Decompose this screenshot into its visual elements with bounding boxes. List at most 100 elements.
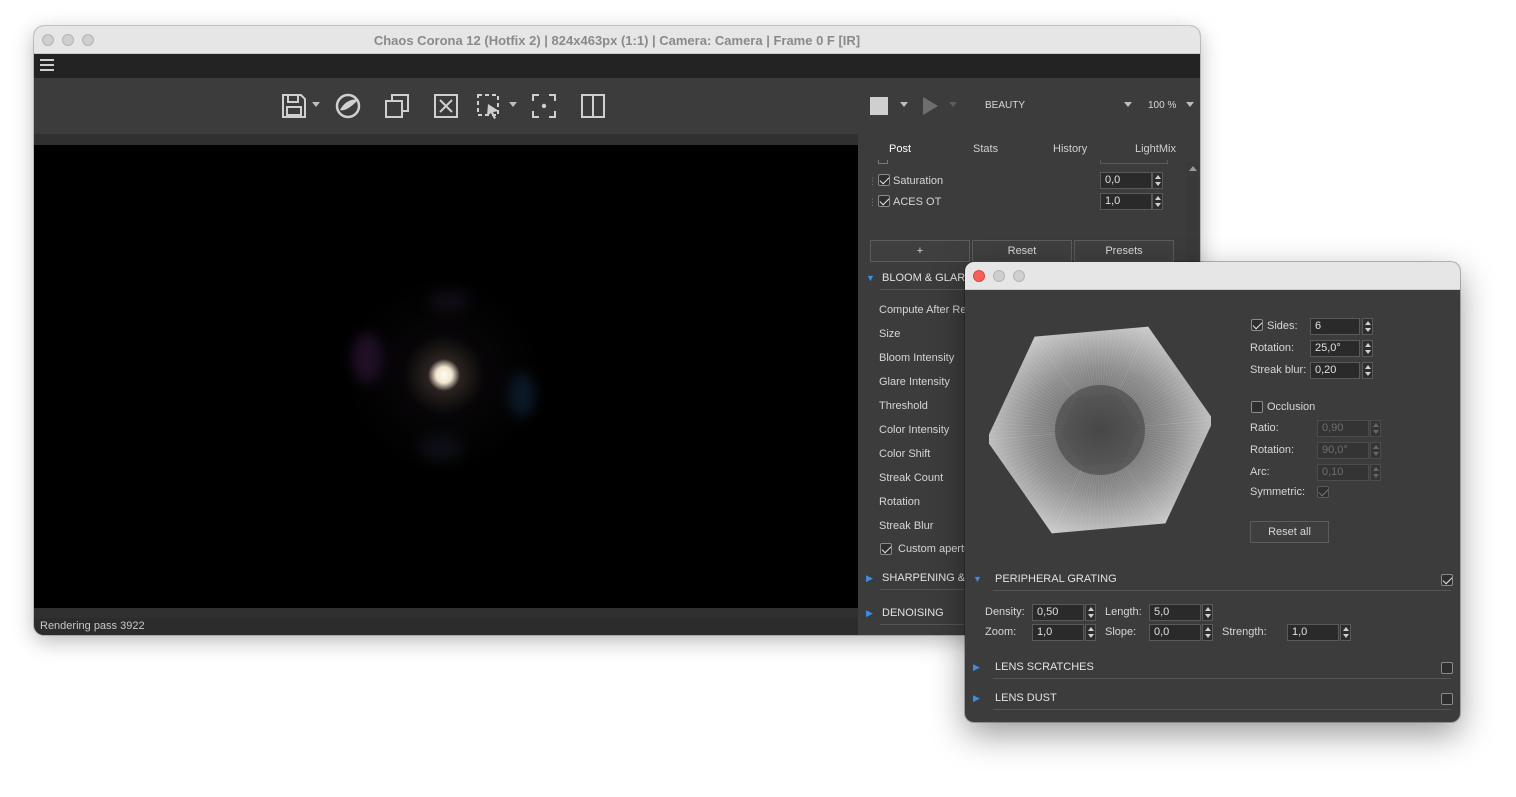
tab-post[interactable]: Post <box>889 143 911 155</box>
region-select-icon[interactable] <box>475 92 503 120</box>
tab-lightmix[interactable]: LightMix <box>1135 143 1176 155</box>
custom-aperture-checkbox[interactable] <box>880 543 892 555</box>
length-input[interactable]: 5,0 <box>1149 604 1201 621</box>
dialog-minimize-button[interactable] <box>993 270 1005 282</box>
hamburger-menu-icon[interactable] <box>40 59 54 72</box>
dialog-zoom-button[interactable] <box>1013 270 1025 282</box>
zoom-input[interactable]: 1,0 <box>1032 624 1084 641</box>
collapsed-triangle-icon[interactable]: ▶ <box>866 608 873 619</box>
zoom-dropdown-caret-icon[interactable] <box>1186 102 1194 107</box>
partial-row-checkbox <box>878 160 888 164</box>
reset-all-button[interactable]: Reset all <box>1250 521 1329 543</box>
menu-bar <box>34 54 1200 78</box>
operator-row[interactable]: ⋮⋮ Saturation 0,0 <box>858 171 1188 191</box>
tab-stats[interactable]: Stats <box>973 143 998 155</box>
slope-input[interactable]: 0,0 <box>1149 624 1201 641</box>
play-dropdown-caret-icon[interactable] <box>949 102 957 107</box>
collapsed-triangle-icon[interactable]: ▶ <box>973 693 980 704</box>
channel-select[interactable]: BEAUTY <box>985 100 1025 111</box>
streak-blur-input[interactable]: 0,20 <box>1310 362 1360 379</box>
saturation-input[interactable]: 0,0 <box>1100 172 1152 189</box>
ratio-label: Ratio: <box>1250 422 1279 434</box>
aces-ot-input[interactable]: 1,0 <box>1100 193 1152 210</box>
lens-scratches-title: LENS SCRATCHES <box>995 661 1094 673</box>
section-peripheral-grating[interactable]: ▼ PERIPHERAL GRATING <box>971 569 1455 591</box>
reset-button[interactable]: Reset <box>972 240 1072 262</box>
region-dropdown-caret-icon[interactable] <box>509 102 517 107</box>
dialog-close-button[interactable] <box>973 270 985 282</box>
occlusion-rotation-label: Rotation: <box>1250 444 1295 456</box>
length-stepper[interactable] <box>1202 604 1213 621</box>
strength-input[interactable]: 1,0 <box>1287 624 1339 641</box>
toolbar: BEAUTY 100 % <box>34 78 1200 134</box>
lens-scratches-checkbox[interactable] <box>1441 662 1453 674</box>
light-source <box>344 275 544 475</box>
saturation-checkbox[interactable] <box>878 174 890 186</box>
scroll-up-icon[interactable] <box>1189 166 1197 171</box>
add-operator-button[interactable]: + <box>870 240 970 262</box>
render-viewport[interactable] <box>34 134 858 618</box>
sharpening-title: SHARPENING & B <box>882 572 976 584</box>
window-title: Chaos Corona 12 (Hotfix 2) | 824x463px (… <box>373 33 861 48</box>
clear-icon[interactable] <box>432 92 460 120</box>
vfb-titlebar[interactable]: Chaos Corona 12 (Hotfix 2) | 824x463px (… <box>34 26 1200 54</box>
saturation-stepper[interactable] <box>1152 172 1163 189</box>
section-lens-scratches[interactable]: ▶ LENS SCRATCHES <box>971 657 1455 679</box>
copy-icon[interactable] <box>383 92 411 120</box>
sides-input[interactable]: 6 <box>1310 318 1360 335</box>
symmetric-checkbox[interactable] <box>1317 486 1329 498</box>
stop-dropdown-caret-icon[interactable] <box>900 102 908 107</box>
sides-checkbox[interactable] <box>1251 319 1263 331</box>
collapsed-triangle-icon[interactable]: ▶ <box>973 662 980 673</box>
aces-ot-label: ACES OT <box>893 196 942 208</box>
sides-stepper[interactable] <box>1362 318 1373 335</box>
ratio-input[interactable]: 0,90 <box>1317 420 1369 437</box>
corona-logo-icon[interactable] <box>334 92 362 120</box>
zoom-select[interactable]: 100 % <box>1148 100 1176 111</box>
aces-ot-checkbox[interactable] <box>878 195 890 207</box>
tab-history[interactable]: History <box>1053 143 1087 155</box>
operator-row[interactable]: ⋮⋮ ACES OT 1,0 <box>858 192 1188 212</box>
dialog-titlebar[interactable] <box>965 262 1460 290</box>
rotation-input[interactable]: 25,0° <box>1310 340 1360 357</box>
strength-stepper[interactable] <box>1340 624 1351 641</box>
save-dropdown-caret-icon[interactable] <box>312 102 320 107</box>
play-icon[interactable] <box>920 96 940 116</box>
peripheral-grating-checkbox[interactable] <box>1441 574 1453 586</box>
occlusion-label: Occlusion <box>1267 401 1316 413</box>
occlusion-checkbox[interactable] <box>1251 401 1263 413</box>
density-stepper[interactable] <box>1085 604 1096 621</box>
streak-blur-stepper[interactable] <box>1362 362 1373 379</box>
compare-split-icon[interactable] <box>579 92 607 120</box>
focus-point-icon[interactable] <box>530 92 558 120</box>
render-image[interactable] <box>34 145 858 608</box>
channel-dropdown-caret-icon[interactable] <box>1124 102 1132 107</box>
density-input[interactable]: 0,50 <box>1032 604 1084 621</box>
streak-blur-label: Streak blur: <box>1250 364 1307 376</box>
arc-input[interactable]: 0,10 <box>1317 464 1369 481</box>
section-lens-dust[interactable]: ▶ LENS DUST <box>971 688 1455 710</box>
lens-dust-checkbox[interactable] <box>1441 693 1453 705</box>
arc-stepper[interactable] <box>1370 464 1381 481</box>
stop-icon[interactable] <box>870 97 888 115</box>
arc-label: Arc: <box>1250 466 1270 478</box>
peripheral-grating-title: PERIPHERAL GRATING <box>995 573 1117 585</box>
panel-tabs: Post Stats History LightMix <box>858 134 1200 160</box>
custom-aperture-label: Custom apertu <box>898 543 971 555</box>
slope-stepper[interactable] <box>1202 624 1213 641</box>
rotation-stepper[interactable] <box>1362 340 1373 357</box>
param-label: Streak Count <box>879 472 944 484</box>
aces-ot-stepper[interactable] <box>1152 193 1163 210</box>
zoom-stepper[interactable] <box>1085 624 1096 641</box>
expanded-triangle-icon[interactable]: ▼ <box>866 273 875 283</box>
bloom-glare-title: BLOOM & GLARE <box>882 272 973 284</box>
presets-button[interactable]: Presets <box>1074 240 1174 262</box>
occlusion-rotation-stepper[interactable] <box>1370 442 1381 459</box>
partial-row-field <box>1100 160 1168 164</box>
occlusion-rotation-input[interactable]: 90,0° <box>1317 442 1369 459</box>
collapsed-triangle-icon[interactable]: ▶ <box>866 573 873 584</box>
ratio-stepper[interactable] <box>1370 420 1381 437</box>
length-label: Length: <box>1105 606 1142 618</box>
expanded-triangle-icon[interactable]: ▼ <box>973 574 982 584</box>
save-icon[interactable] <box>280 92 308 120</box>
